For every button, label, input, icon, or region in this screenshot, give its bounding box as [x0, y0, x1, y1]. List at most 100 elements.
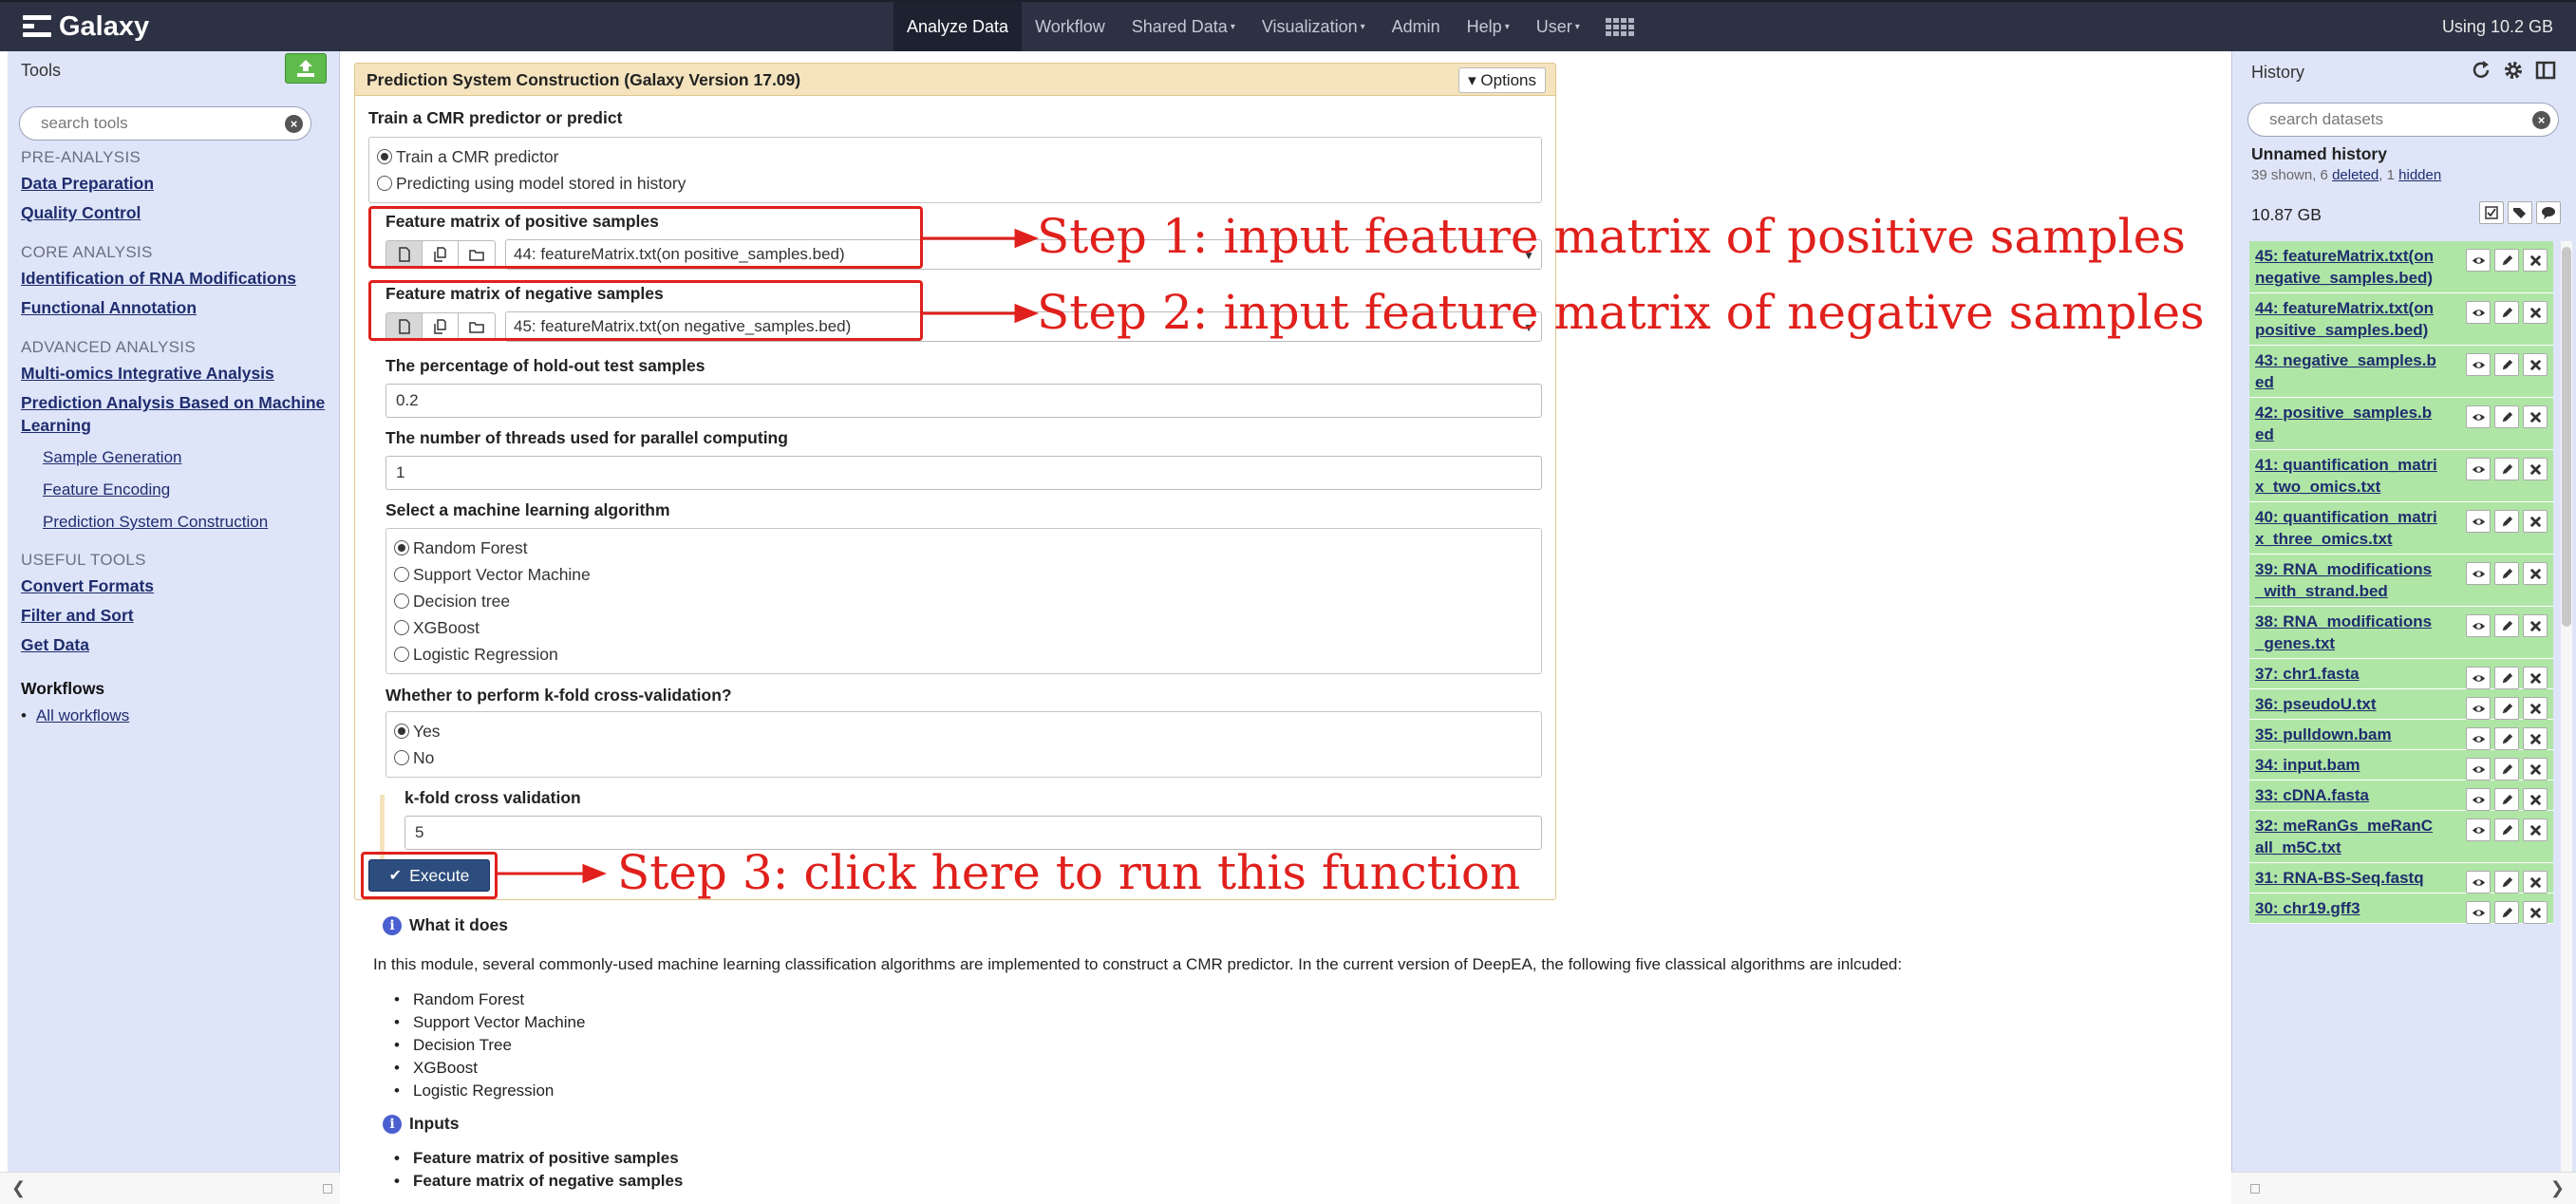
search-tools-input[interactable]: search tools × [19, 106, 311, 141]
dataset-title[interactable]: 37: chr1.fasta [2255, 663, 2439, 685]
eye-icon[interactable] [2466, 727, 2491, 750]
dataset-title[interactable]: 33: cDNA.fasta [2255, 784, 2439, 806]
multiple-datasets-icon[interactable] [423, 241, 459, 268]
pencil-icon[interactable] [2494, 758, 2519, 781]
holdout-input[interactable]: 0.2 [385, 384, 1542, 418]
tool-prediction-ml[interactable]: Prediction Analysis Based on Machine Lea… [21, 391, 334, 437]
tool-identification-rna-modifications[interactable]: Identification of RNA Modifications [21, 267, 334, 290]
pencil-icon[interactable] [2494, 353, 2519, 376]
select-items-icon[interactable] [2479, 201, 2504, 224]
delete-icon[interactable] [2523, 901, 2548, 924]
eye-icon[interactable] [2466, 697, 2491, 720]
delete-icon[interactable] [2523, 667, 2548, 689]
algorithm-option-xgboost[interactable]: XGBoost [386, 614, 1541, 641]
eye-icon[interactable] [2466, 405, 2491, 428]
pencil-icon[interactable] [2494, 788, 2519, 811]
algorithm-option-decision-tree[interactable]: Decision tree [386, 588, 1541, 614]
dataset-item[interactable]: 31: RNA-BS-Seq.fastq [2249, 863, 2553, 894]
radio-button-icon[interactable] [394, 750, 409, 765]
single-dataset-icon[interactable] [386, 241, 423, 268]
pencil-icon[interactable] [2494, 458, 2519, 480]
threads-input[interactable]: 1 [385, 456, 1542, 490]
clear-search-icon[interactable]: × [285, 115, 303, 133]
radio-button-icon[interactable] [394, 620, 409, 635]
pencil-icon[interactable] [2494, 614, 2519, 637]
tool-convert-formats[interactable]: Convert Formats [21, 574, 334, 597]
chevron-right-icon[interactable]: ❯ [2550, 1178, 2565, 1198]
tags-icon[interactable] [2508, 201, 2532, 224]
folder-icon[interactable] [459, 241, 495, 268]
delete-icon[interactable] [2523, 788, 2548, 811]
eye-icon[interactable] [2466, 901, 2491, 924]
dataset-title[interactable]: 39: RNA_modifications_with_strand.bed [2255, 558, 2439, 602]
algorithm-option-logistic-regression[interactable]: Logistic Regression [386, 641, 1541, 668]
tool-functional-annotation[interactable]: Functional Annotation [21, 296, 334, 319]
radio-button-icon[interactable] [394, 593, 409, 609]
refresh-icon[interactable] [2470, 59, 2492, 82]
dataset-item[interactable]: 41: quantification_matrix_two_omics.txt [2249, 450, 2553, 502]
tool-get-data[interactable]: Get Data [21, 633, 334, 656]
tool-feature-encoding[interactable]: Feature Encoding [43, 480, 334, 499]
nav-user[interactable]: User ▾ [1523, 2, 1593, 51]
dataset-item[interactable]: 44: featureMatrix.txt(on positive_sample… [2249, 293, 2553, 346]
delete-icon[interactable] [2523, 510, 2548, 533]
eye-icon[interactable] [2466, 818, 2491, 841]
delete-icon[interactable] [2523, 353, 2548, 376]
deleted-link[interactable]: deleted [2332, 167, 2379, 183]
nav-admin[interactable]: Admin [1379, 2, 1454, 51]
all-workflows-link[interactable]: All workflows [21, 706, 334, 725]
delete-icon[interactable] [2523, 562, 2548, 585]
eye-icon[interactable] [2466, 249, 2491, 272]
delete-icon[interactable] [2523, 818, 2548, 841]
history-scrollbar[interactable] [2561, 241, 2572, 1191]
eye-icon[interactable] [2466, 458, 2491, 480]
dataset-item[interactable]: 39: RNA_modifications_with_strand.bed [2249, 555, 2553, 607]
algorithm-option-support-vector-machine[interactable]: Support Vector Machine [386, 561, 1541, 588]
annotation-icon[interactable] [2536, 201, 2561, 224]
nav-shared-data[interactable]: Shared Data ▾ [1119, 2, 1249, 51]
dataset-item[interactable]: 37: chr1.fasta [2249, 659, 2553, 689]
pencil-icon[interactable] [2494, 562, 2519, 585]
pencil-icon[interactable] [2494, 818, 2519, 841]
execute-button[interactable]: ✔ Execute [368, 859, 490, 892]
options-dropdown[interactable]: ▾ Options [1458, 67, 1546, 93]
dataset-title[interactable]: 32: meRanGs_meRanCall_m5C.txt [2255, 815, 2439, 858]
eye-icon[interactable] [2466, 353, 2491, 376]
apps-grid-icon[interactable] [1593, 2, 1646, 51]
eye-icon[interactable] [2466, 871, 2491, 894]
pencil-icon[interactable] [2494, 405, 2519, 428]
eye-icon[interactable] [2466, 562, 2491, 585]
dataset-title[interactable]: 34: input.bam [2255, 754, 2439, 776]
eye-icon[interactable] [2466, 788, 2491, 811]
dataset-item[interactable]: 34: input.bam [2249, 750, 2553, 781]
dataset-title[interactable]: 31: RNA-BS-Seq.fastq [2255, 867, 2439, 889]
eye-icon[interactable] [2466, 667, 2491, 689]
dataset-item[interactable]: 36: pseudoU.txt [2249, 689, 2553, 720]
radio-button-icon[interactable] [394, 647, 409, 662]
pencil-icon[interactable] [2494, 249, 2519, 272]
mode-option-predicting-using-model-stored-in-history[interactable]: Predicting using model stored in history [369, 170, 1541, 197]
dataset-title[interactable]: 45: featureMatrix.txt(on negative_sample… [2255, 245, 2439, 289]
search-datasets-input[interactable]: search datasets × [2247, 103, 2559, 137]
history-name[interactable]: Unnamed history [2251, 144, 2387, 164]
dataset-item[interactable]: 35: pulldown.bam [2249, 720, 2553, 750]
eye-icon[interactable] [2466, 510, 2491, 533]
algorithm-option-random-forest[interactable]: Random Forest [386, 535, 1541, 561]
dataset-item[interactable]: 38: RNA_modifications_genes.txt [2249, 607, 2553, 659]
hidden-link[interactable]: hidden [2398, 167, 2441, 183]
pencil-icon[interactable] [2494, 510, 2519, 533]
pencil-icon[interactable] [2494, 727, 2519, 750]
delete-icon[interactable] [2523, 758, 2548, 781]
galaxy-brand[interactable]: Galaxy [23, 8, 149, 46]
eye-icon[interactable] [2466, 301, 2491, 324]
dataset-item[interactable]: 42: positive_samples.bed [2249, 398, 2553, 450]
dataset-title[interactable]: 36: pseudoU.txt [2255, 693, 2439, 715]
mode-option-train-a-cmr-predictor[interactable]: Train a CMR predictor [369, 143, 1541, 170]
eye-icon[interactable] [2466, 758, 2491, 781]
pencil-icon[interactable] [2494, 697, 2519, 720]
quota-meter[interactable]: Using 10.2 GB [2442, 2, 2553, 51]
dataset-item[interactable]: 43: negative_samples.bed [2249, 346, 2553, 398]
tool-multi-omics[interactable]: Multi-omics Integrative Analysis [21, 362, 334, 385]
delete-icon[interactable] [2523, 405, 2548, 428]
pencil-icon[interactable] [2494, 301, 2519, 324]
